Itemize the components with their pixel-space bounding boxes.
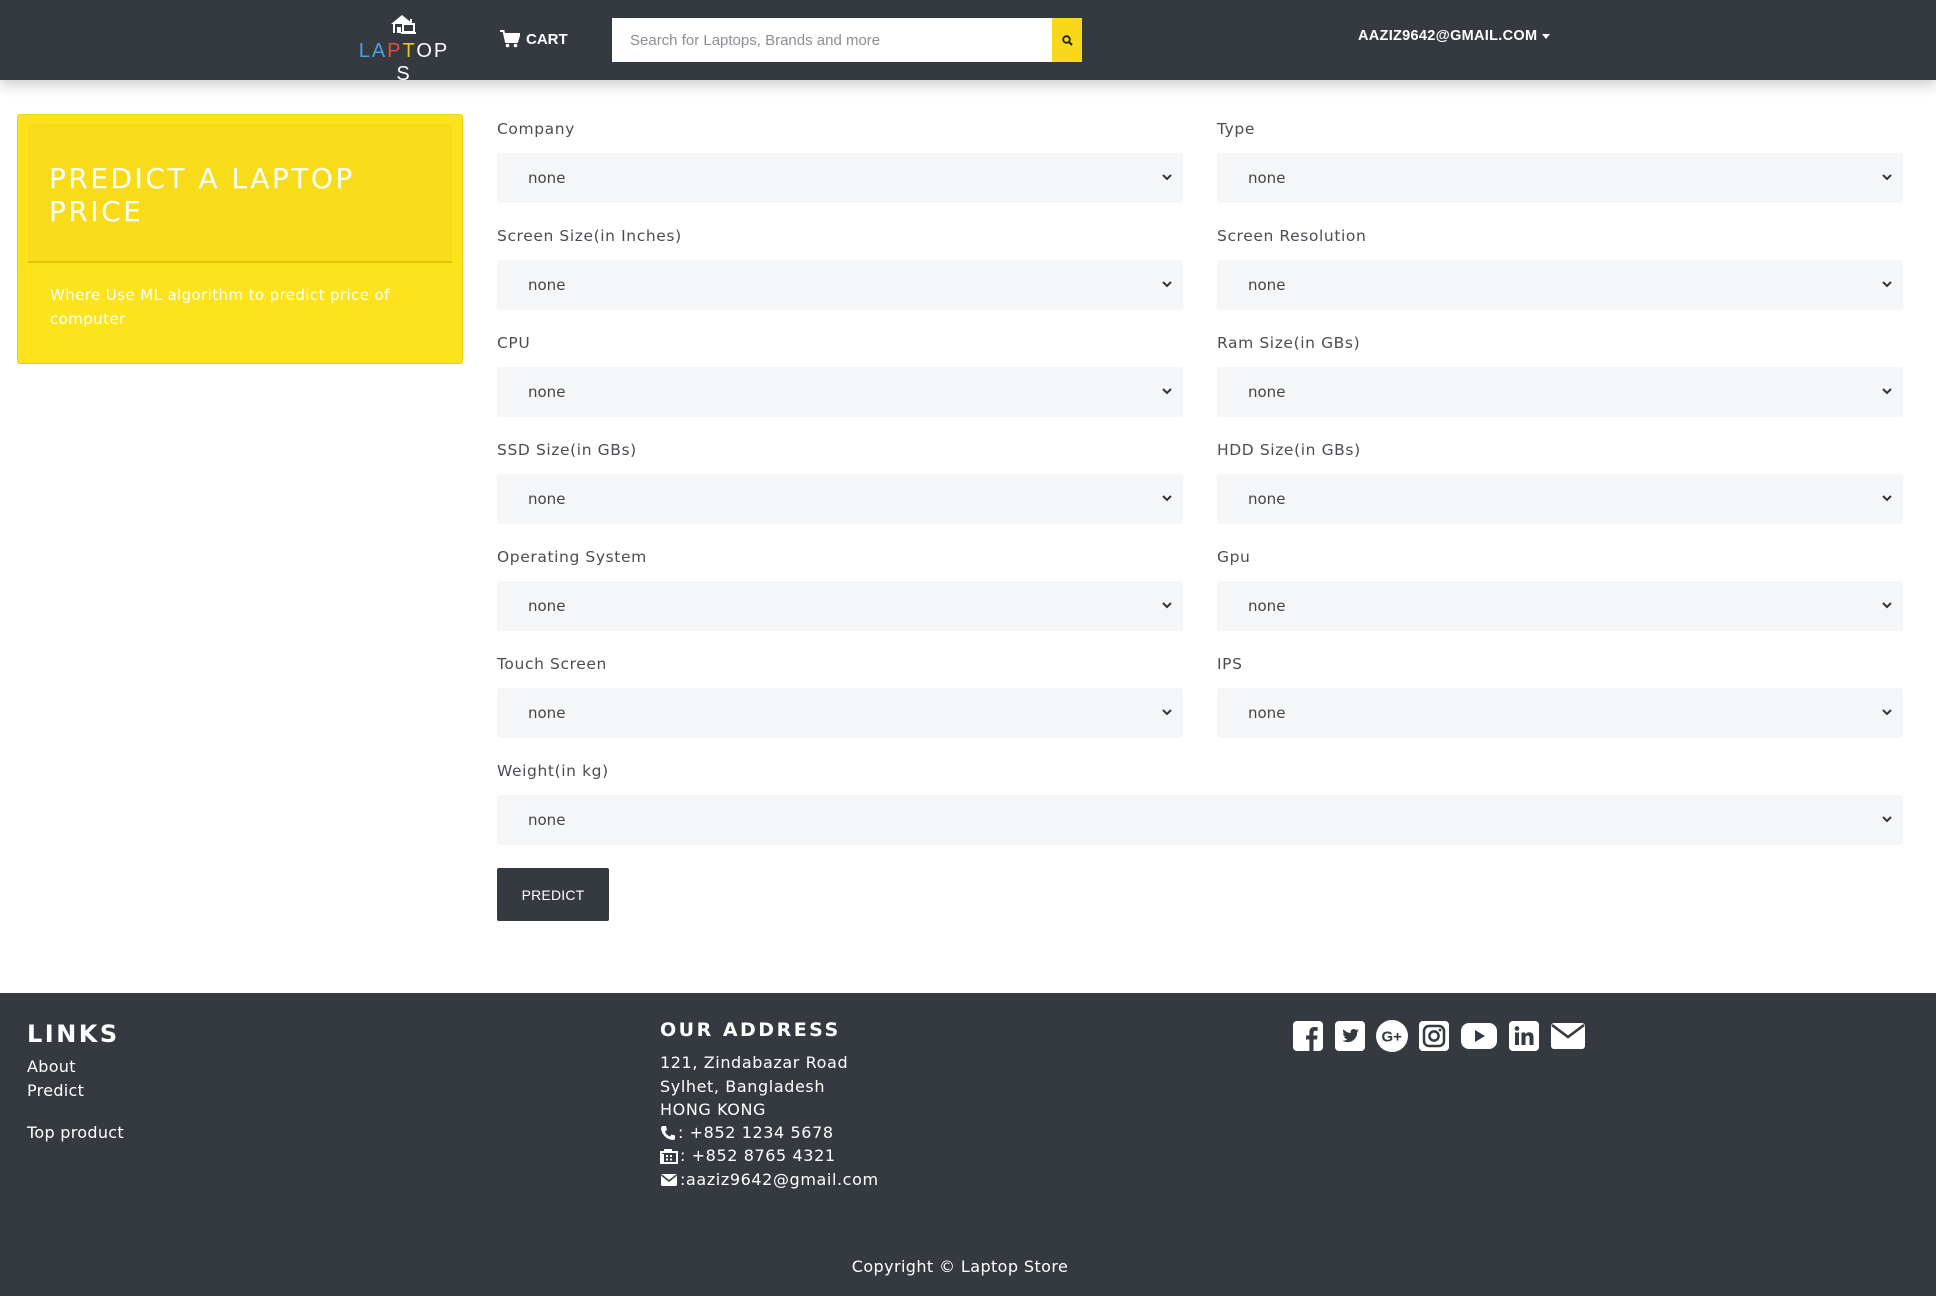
ssd-size-label: SSD Size(in GBs) [497,441,637,459]
cart-icon [500,30,520,48]
footer-link-about[interactable]: About [27,1057,76,1076]
ram-size-select-value: none [1248,383,1286,401]
card-title: PREDICT A LAPTOP PRICE [49,162,355,228]
chevron-down-icon [1162,281,1172,288]
predict-info-card: PREDICT A LAPTOP PRICE Where Use ML algo… [17,114,463,364]
user-menu-dropdown[interactable]: AAZIZ9642@GMAIL.COM [1358,28,1551,44]
chevron-down-icon [1882,388,1892,395]
copyright: Copyright © Laptop Store [851,1257,1069,1276]
navbar: LAPTOP S CART AAZIZ9642@GMAIL.COM [0,0,1936,85]
footer: LINKS About Predict Top product OUR ADDR… [0,993,1936,1296]
user-email: AAZIZ9642@GMAIL.COM [1358,28,1538,44]
ssd-size-select[interactable]: none [497,474,1183,524]
address-line: Sylhet, Bangladesh [660,1077,826,1096]
operating-system-select[interactable]: none [497,581,1183,631]
house-laptop-icon [391,15,416,34]
search-button[interactable] [1052,18,1082,62]
footer-address-title: OUR ADDRESS [660,1019,841,1041]
chevron-down-icon [1882,174,1892,181]
chevron-down-icon [1162,495,1172,502]
search-icon [1061,34,1073,46]
gpu-label: Gpu [1217,548,1251,566]
weight-select-value: none [528,811,566,829]
chevron-down-icon [1882,709,1892,716]
fax-number: : +852 8765 4321 [680,1146,836,1165]
screen-size-label: Screen Size(in Inches) [497,227,682,245]
cpu-select[interactable]: none [497,367,1183,417]
chevron-down-icon [1882,602,1892,609]
facebook-icon[interactable] [1292,1020,1324,1052]
brand-logo[interactable]: LAPTOP S [352,12,456,85]
caret-down-icon [1542,33,1551,39]
svg-text:G+: G+ [1382,1029,1403,1046]
chevron-down-icon [1162,388,1172,395]
ssd-size-select-value: none [528,490,566,508]
hdd-size-select[interactable]: none [1217,474,1903,524]
address-line: 121, Zindabazar Road [660,1053,849,1072]
address-line: HONG KONG [660,1100,767,1119]
footer-link-top-product[interactable]: Top product [27,1123,124,1142]
search-bar [612,18,1082,62]
screen-resolution-select-value: none [1248,276,1286,294]
social-icons: G+ [1292,1020,1586,1052]
chevron-down-icon [1162,709,1172,716]
touch-screen-select[interactable]: none [497,688,1183,738]
fax-icon [660,1148,678,1164]
ips-label: IPS [1217,655,1243,673]
envelope-icon[interactable] [1550,1020,1586,1052]
cpu-label: CPU [497,334,531,352]
touch-screen-select-value: none [528,704,566,722]
ips-select[interactable]: none [1217,688,1903,738]
footer-link-predict[interactable]: Predict [27,1081,84,1100]
cart-link[interactable]: CART [500,26,568,52]
weight-label: Weight(in kg) [497,762,609,780]
address-phone: : +852 1234 5678 [660,1123,834,1142]
hdd-size-label: HDD Size(in GBs) [1217,441,1361,459]
type-label: Type [1217,120,1256,138]
card-description: Where Use ML algorithm to predict price … [50,286,390,328]
screen-size-select[interactable]: none [497,260,1183,310]
chevron-down-icon [1882,281,1892,288]
operating-system-label: Operating System [497,548,647,566]
screen-size-select-value: none [528,276,566,294]
hdd-size-select-value: none [1248,490,1286,508]
screen-resolution-select[interactable]: none [1217,260,1903,310]
search-input[interactable] [612,18,1052,62]
chevron-down-icon [1882,816,1892,823]
linkedin-icon[interactable] [1508,1020,1540,1052]
address-email: :aaziz9642@gmail.com [660,1170,879,1189]
ram-size-label: Ram Size(in GBs) [1217,334,1361,352]
predict-button[interactable]: PREDICT [497,868,609,921]
instagram-icon[interactable] [1418,1020,1450,1052]
google-plus-icon[interactable]: G+ [1376,1020,1408,1052]
company-select-value: none [528,169,566,187]
ips-select-value: none [1248,704,1286,722]
card-header: PREDICT A LAPTOP PRICE [28,124,452,263]
twitter-icon[interactable] [1334,1020,1366,1052]
address-fax: : +852 8765 4321 [660,1146,836,1165]
weight-select[interactable]: none [497,795,1903,845]
cart-label: CART [526,30,568,48]
chevron-down-icon [1162,602,1172,609]
type-select-value: none [1248,169,1286,187]
gpu-select[interactable]: none [1217,581,1903,631]
type-select[interactable]: none [1217,153,1903,203]
envelope-icon [661,1173,677,1186]
operating-system-select-value: none [528,597,566,615]
cpu-select-value: none [528,383,566,401]
touch-screen-label: Touch Screen [497,655,607,673]
phone-number: : +852 1234 5678 [678,1123,834,1142]
chevron-down-icon [1882,495,1892,502]
company-label: Company [497,120,575,138]
gpu-select-value: none [1248,597,1286,615]
phone-icon [661,1125,675,1140]
footer-links-title: LINKS [27,1020,120,1048]
email-address: :aaziz9642@gmail.com [680,1170,879,1189]
youtube-icon[interactable] [1460,1020,1498,1052]
brand-name: LAPTOP S [358,40,450,85]
chevron-down-icon [1162,174,1172,181]
ram-size-select[interactable]: none [1217,367,1903,417]
company-select[interactable]: none [497,153,1183,203]
screen-resolution-label: Screen Resolution [1217,227,1367,245]
